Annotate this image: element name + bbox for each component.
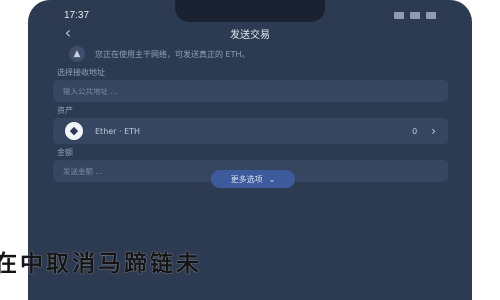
wifi-icon	[410, 11, 420, 19]
amount-label: 金额	[57, 148, 73, 157]
nav-bar: ‹ 发送交易	[28, 22, 472, 44]
signal-icon	[394, 11, 404, 19]
ethereum-icon: ◆	[65, 122, 83, 140]
chevron-down-icon: ⌄	[268, 174, 276, 184]
asset-balance-group: 0 ›	[412, 124, 436, 138]
notice-text: 您正在使用主干网络，可发送真正的 ETH。	[95, 49, 250, 59]
chevron-left-icon: ‹	[64, 23, 72, 42]
more-options-label: 更多选项	[230, 174, 263, 184]
chevron-right-icon: ›	[431, 124, 436, 138]
warning-icon: ▲	[69, 46, 85, 62]
address-input[interactable]: 输入公共地址 ...	[53, 80, 448, 102]
asset-info: ◆ Ether · ETH	[65, 122, 140, 140]
more-options-button[interactable]: 更多选项 ⌄	[211, 170, 295, 188]
status-icons	[394, 11, 436, 19]
back-button[interactable]: ‹	[58, 24, 78, 44]
address-label: 选择接收地址	[57, 68, 105, 77]
overlay-caption: 在中取消马蹄链未	[0, 244, 500, 278]
battery-icon	[426, 11, 436, 19]
asset-selector[interactable]: ◆ Ether · ETH 0 ›	[53, 118, 448, 144]
send-form: ▲ 您正在使用主干网络，可发送真正的 ETH。 选择接收地址 输入公共地址 ..…	[53, 44, 448, 182]
asset-name: Ether · ETH	[95, 126, 141, 136]
address-placeholder: 输入公共地址 ...	[63, 86, 118, 96]
asset-balance: 0	[412, 126, 418, 136]
asset-label: 资产	[57, 106, 73, 115]
amount-placeholder: 发送金额 ...	[63, 166, 103, 176]
network-notice: ▲ 您正在使用主干网络，可发送真正的 ETH。	[53, 44, 448, 64]
status-time: 17:37	[64, 9, 90, 21]
page-title: 发送交易	[230, 29, 270, 41]
overlay-caption-text: 在中取消马蹄链未	[0, 250, 202, 277]
